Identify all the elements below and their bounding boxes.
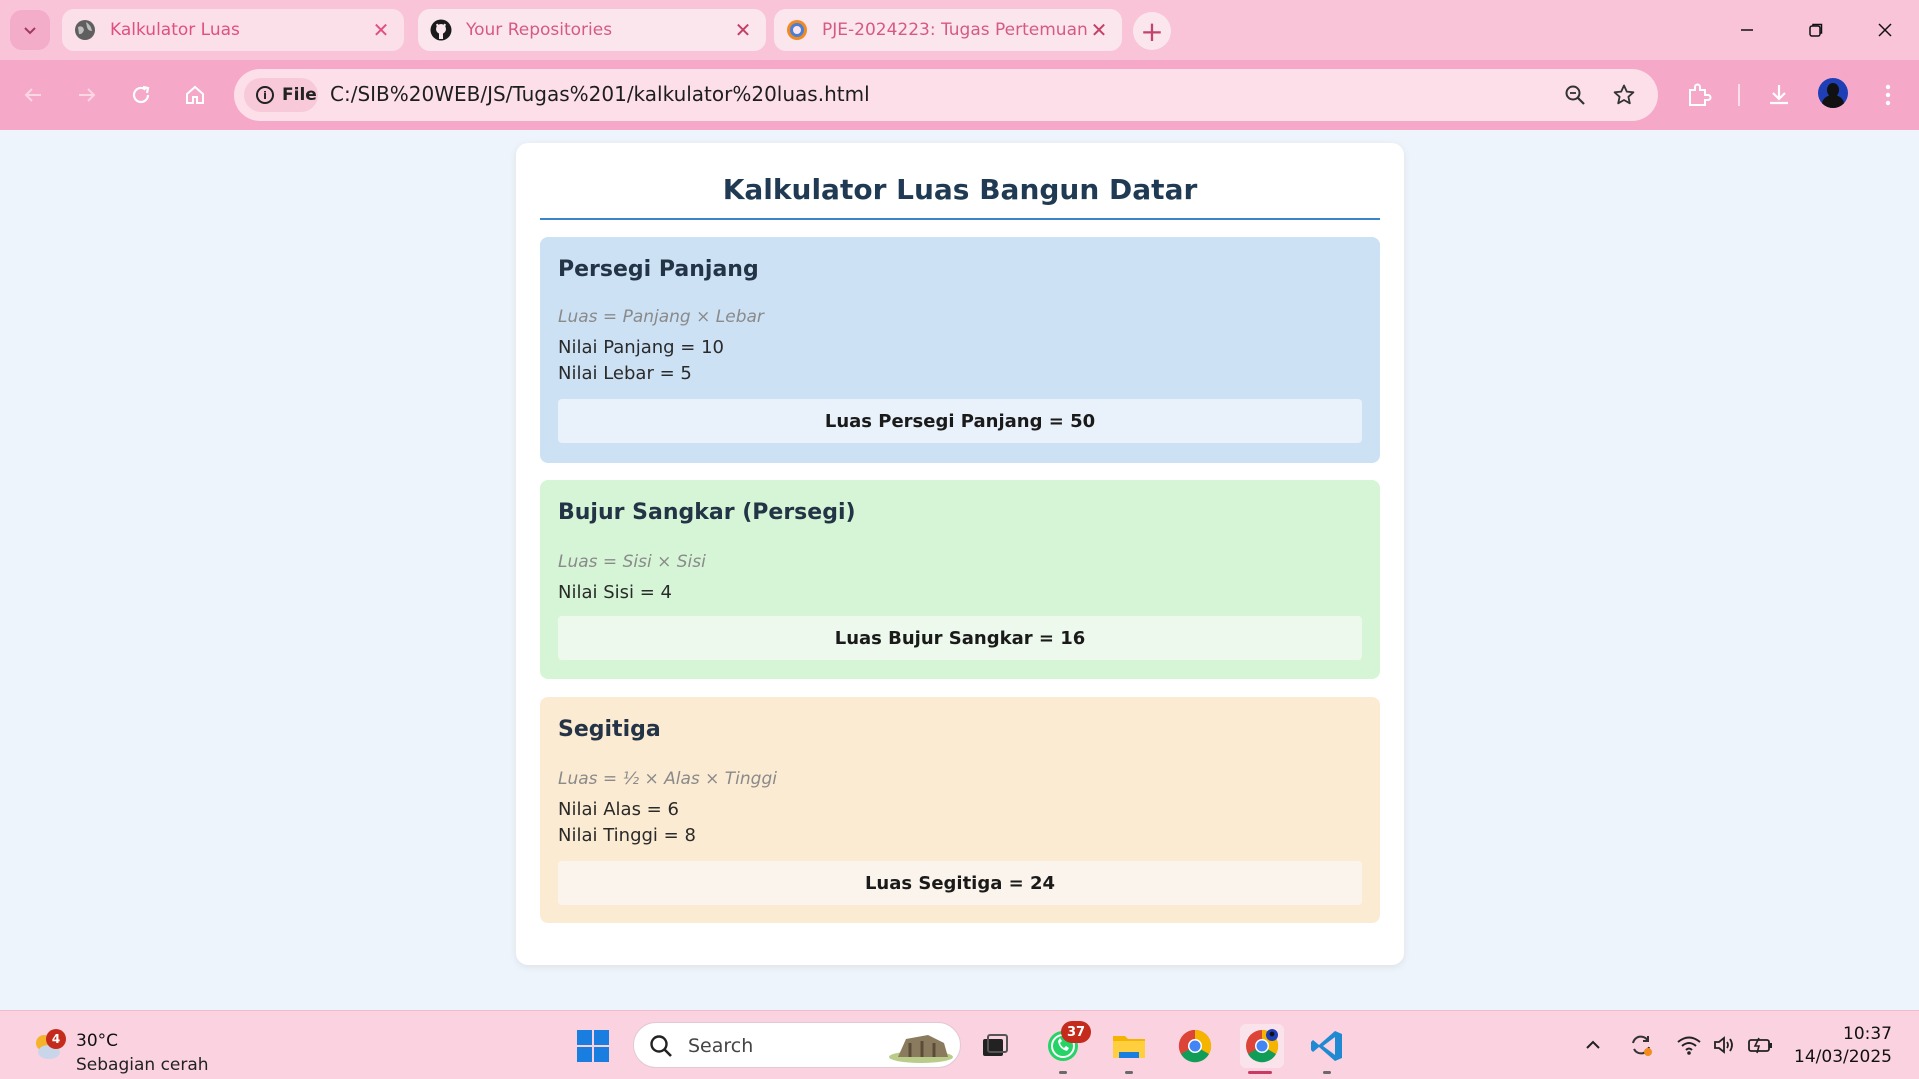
search-placeholder: Search [688,1035,754,1057]
value-tinggi: Nilai Tinggi = 8 [558,825,696,846]
url-text[interactable]: C:/SIB%20WEB/JS/Tugas%201/kalkulator%20l… [330,82,870,106]
result-box: Luas Bujur Sangkar = 16 [558,616,1362,660]
restore-icon [1809,23,1823,37]
reload-icon [132,85,150,104]
kebab-menu-icon[interactable] [1871,78,1905,112]
system-clock[interactable]: 10:37 14/03/2025 [1780,1023,1892,1069]
card-heading: Persegi Panjang [558,257,759,282]
weather-temp: 30°C [76,1031,119,1051]
tab-title: Your Repositories [466,20,613,40]
restore-button[interactable] [1782,0,1850,60]
minimize-icon [1741,29,1753,31]
moodle-icon [786,19,808,41]
toolbar-divider [1738,84,1740,106]
taskbar: 4 30°C Sebagian cerah Search 37 10:37 14… [0,1010,1919,1079]
search-highlight-image [889,1035,953,1063]
tab-search-button[interactable] [10,10,50,50]
new-tab-button[interactable]: + [1133,12,1171,50]
back-button[interactable] [16,78,50,112]
minimize-button[interactable] [1713,0,1781,60]
address-bar[interactable]: i File C:/SIB%20WEB/JS/Tugas%201/kalkula… [234,69,1658,121]
download-icon[interactable] [1762,78,1796,112]
github-icon [430,19,452,41]
running-indicator [1059,1071,1067,1074]
formula-text: Luas = Sisi × Sisi [558,552,706,572]
tab-kalkulator-luas[interactable]: Kalkulator Luas ✕ [62,9,404,51]
profile-avatar[interactable] [1818,78,1848,108]
info-icon: i [256,86,274,104]
reload-button[interactable] [124,78,158,112]
forward-button[interactable] [70,78,104,112]
home-icon [186,85,204,104]
volume-icon[interactable] [1711,1031,1739,1059]
active-app-indicator [1248,1071,1272,1074]
tab-title: Kalkulator Luas [110,20,240,40]
running-indicator [1323,1071,1331,1074]
close-icon [1878,23,1892,37]
value-sisi: Nilai Sisi = 4 [558,582,673,603]
card-heading: Segitiga [558,717,661,742]
star-icon[interactable] [1611,82,1637,108]
clock-date: 14/03/2025 [1794,1047,1892,1067]
running-indicator [1125,1071,1133,1074]
chrome-icon[interactable] [1175,1026,1215,1066]
browser-toolbar: i File C:/SIB%20WEB/JS/Tugas%201/kalkula… [0,60,1919,130]
home-button[interactable] [178,78,212,112]
wifi-icon[interactable] [1675,1031,1703,1059]
site-chip-label: File [282,85,317,105]
globe-icon [74,19,96,41]
weather-badge: 4 [46,1029,66,1049]
chevron-down-icon [24,27,36,35]
value-panjang: Nilai Panjang = 10 [558,337,724,358]
card-heading: Bujur Sangkar (Persegi) [558,500,856,525]
search-icon [650,1035,672,1057]
zoom-icon[interactable] [1562,82,1588,108]
page-title: Kalkulator Luas Bangun Datar [722,173,1198,206]
result-box: Luas Persegi Panjang = 50 [558,399,1362,443]
formula-text: Luas = Panjang × Lebar [558,307,764,327]
tab-pje-tugas[interactable]: PJE-2024223: Tugas Pertemuan ✕ [774,9,1122,51]
tab-strip: Kalkulator Luas ✕ Your Repositories ✕ PJ… [0,0,1919,60]
vscode-icon[interactable] [1307,1026,1347,1066]
close-tab-icon[interactable]: ✕ [370,18,392,42]
value-lebar: Nilai Lebar = 5 [558,363,692,384]
arrow-left-icon [24,88,41,102]
close-tab-icon[interactable]: ✕ [732,18,754,42]
taskbar-search[interactable]: Search [633,1022,961,1068]
title-underline [540,218,1380,220]
tab-title: PJE-2024223: Tugas Pertemuan [822,20,1088,40]
whatsapp-badge: 37 [1061,1021,1091,1043]
clock-time: 10:37 [1843,1024,1892,1044]
result-box: Luas Segitiga = 24 [558,861,1362,905]
plus-icon: + [1140,14,1164,48]
file-explorer-icon[interactable] [1109,1026,1149,1066]
close-tab-icon[interactable]: ✕ [1088,18,1110,42]
chevron-up-icon[interactable] [1579,1031,1607,1059]
card-segitiga: Segitiga Luas = ½ × Alas × Tinggi Nilai … [540,697,1380,923]
battery-icon[interactable] [1747,1031,1775,1059]
weather-condition: Sebagian cerah [76,1055,209,1075]
card-persegi-panjang: Persegi Panjang Luas = Panjang × Lebar N… [540,237,1380,463]
formula-text: Luas = ½ × Alas × Tinggi [558,769,777,789]
windows-start-icon[interactable] [573,1026,613,1066]
weather-widget[interactable]: 4 30°C Sebagian cerah [28,1023,228,1075]
tab-your-repositories[interactable]: Your Repositories ✕ [418,9,766,51]
card-bujur-sangkar: Bujur Sangkar (Persegi) Luas = Sisi × Si… [540,480,1380,679]
chrome-profile-icon[interactable] [1240,1024,1284,1068]
sync-icon[interactable] [1627,1031,1655,1059]
extensions-icon[interactable] [1682,78,1716,112]
task-view-icon[interactable] [975,1026,1015,1066]
arrow-right-icon [79,88,96,102]
page-viewport: Kalkulator Luas Bangun Datar Persegi Pan… [0,130,1919,1010]
calculator-container: Kalkulator Luas Bangun Datar Persegi Pan… [516,143,1404,965]
value-alas: Nilai Alas = 6 [558,799,679,820]
site-info-chip[interactable]: i File [244,78,318,112]
close-window-button[interactable] [1851,0,1919,60]
